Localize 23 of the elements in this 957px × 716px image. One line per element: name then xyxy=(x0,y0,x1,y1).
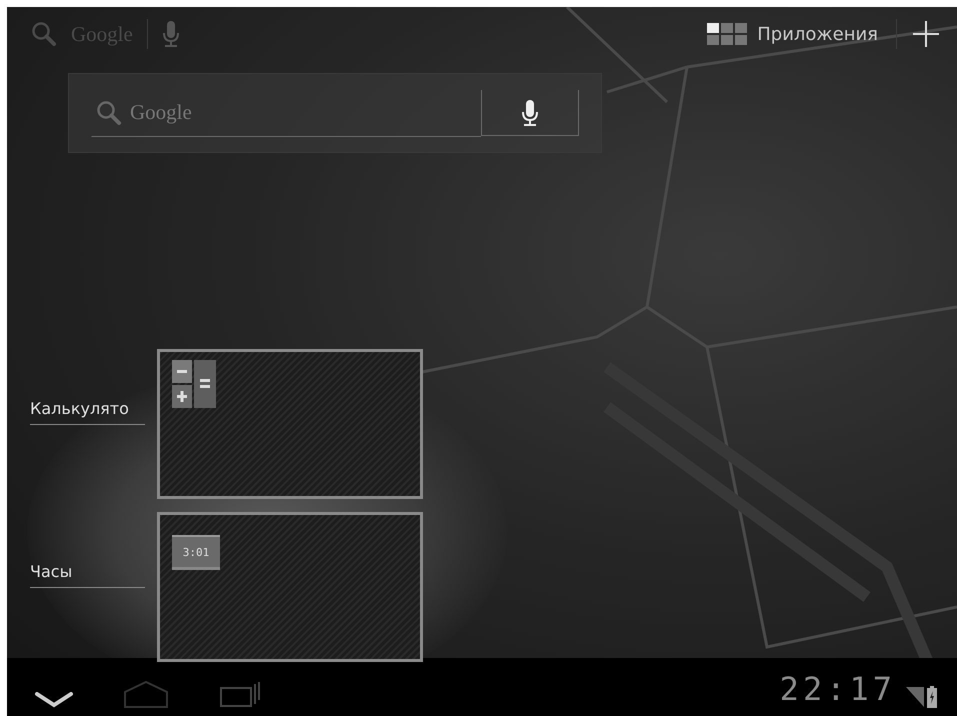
back-button[interactable] xyxy=(35,692,73,708)
plus-icon xyxy=(913,21,939,47)
voice-search-button[interactable] xyxy=(481,90,579,136)
stacked-windows-icon xyxy=(219,680,263,708)
battery-charging-icon xyxy=(927,686,937,708)
status-clock[interactable]: 22:17 xyxy=(780,670,896,708)
app-thumbnail[interactable]: 3:01 xyxy=(157,512,423,662)
app-label: Калькулято xyxy=(30,399,145,425)
app-thumbnail[interactable] xyxy=(157,349,423,499)
app-label: Часы xyxy=(30,562,145,588)
search-label: Google xyxy=(130,100,192,125)
apps-button[interactable]: Приложения xyxy=(703,19,882,49)
signal-icon xyxy=(906,687,924,707)
chevron-down-icon xyxy=(35,692,73,708)
search-field[interactable]: Google xyxy=(91,90,481,136)
calculator-icon xyxy=(172,360,216,408)
add-button[interactable] xyxy=(911,19,941,49)
search-icon xyxy=(31,21,57,47)
house-icon xyxy=(123,680,169,708)
microphone-icon xyxy=(521,98,539,126)
clock-icon: 3:01 xyxy=(172,535,220,570)
search-icon xyxy=(96,100,122,126)
grid-icon xyxy=(707,23,750,45)
